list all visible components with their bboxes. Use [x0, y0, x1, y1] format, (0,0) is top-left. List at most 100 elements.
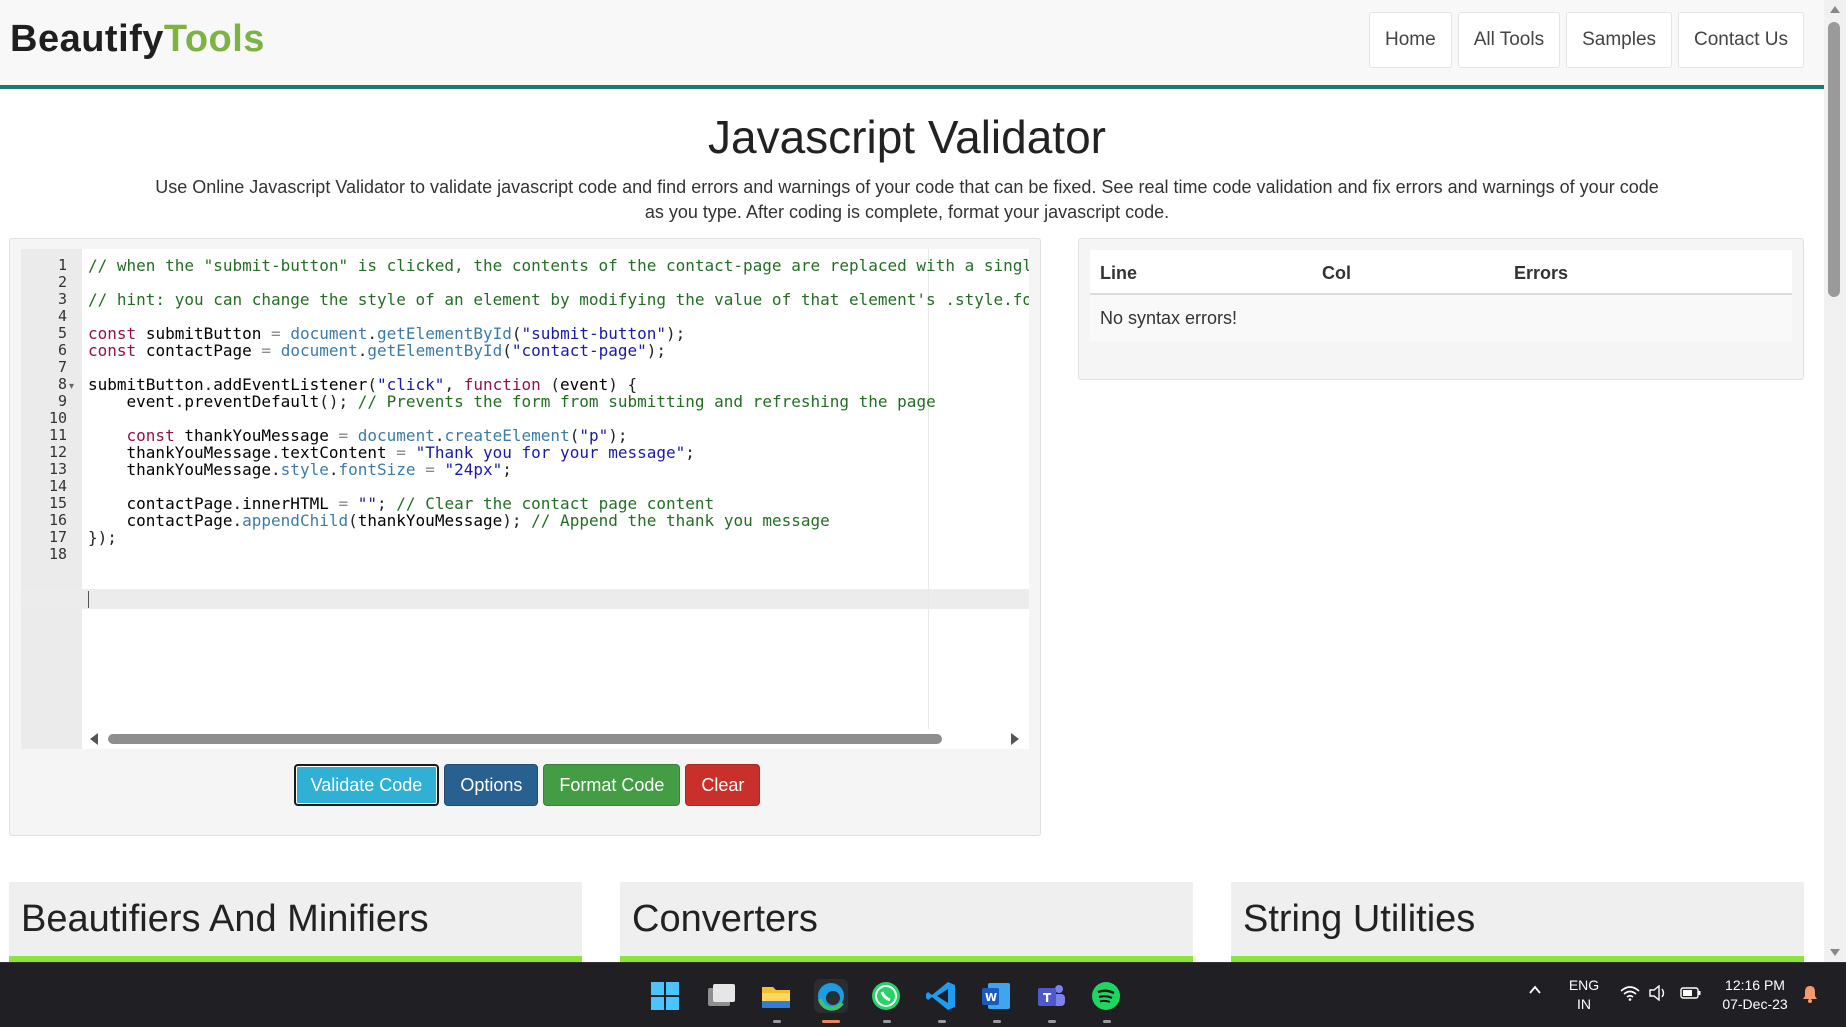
code-line[interactable]: });: [88, 529, 117, 546]
code-line[interactable]: const submitButton = document.getElement…: [88, 325, 685, 342]
code-line[interactable]: // when the "submit-button" is clicked, …: [88, 257, 1029, 274]
category-title[interactable]: Beautifiers And Minifiers: [21, 898, 429, 941]
page-scrollbar[interactable]: [1824, 0, 1846, 962]
table-header: Line Col Errors: [1090, 250, 1792, 295]
language-code: ENG: [1568, 977, 1600, 993]
site-logo[interactable]: BeautifyTools: [10, 18, 265, 61]
scroll-up-icon[interactable]: [1830, 6, 1840, 13]
nav-samples[interactable]: Samples: [1566, 12, 1673, 68]
code-line[interactable]: submitButton.addEventListener("click", f…: [88, 376, 637, 393]
wifi-icon[interactable]: [1620, 985, 1640, 1006]
code-line[interactable]: contactPage.innerHTML = ""; // Clear the…: [88, 495, 715, 512]
text-cursor: [88, 591, 89, 608]
table-row: No syntax errors!: [1090, 295, 1792, 341]
taskbar-running-indicator: [1103, 1020, 1111, 1023]
line-number: 3: [57, 290, 67, 308]
line-number: 17: [48, 528, 67, 546]
line-number: 11: [48, 426, 67, 444]
edge-icon[interactable]: [814, 979, 848, 1013]
column-col: Col: [1322, 263, 1351, 283]
fold-arrow-icon[interactable]: ▾: [69, 381, 74, 392]
scroll-down-icon[interactable]: [1830, 949, 1840, 956]
taskbar-running-indicator: [938, 1020, 946, 1023]
word-icon[interactable]: W: [979, 979, 1013, 1013]
clock[interactable]: 12:16 PM 07-Dec-23: [1715, 976, 1795, 1014]
page-title: Javascript Validator: [708, 111, 1106, 163]
scroll-right-icon[interactable]: [1011, 733, 1019, 745]
line-number: 5: [57, 324, 67, 342]
category-card-string-utilities[interactable]: String Utilities: [1231, 882, 1804, 962]
spotify-icon[interactable]: [1089, 979, 1123, 1013]
task-view-icon[interactable]: [704, 979, 738, 1013]
code-area[interactable]: // when the "submit-button" is clicked, …: [21, 249, 1029, 749]
taskbar-running-indicator: [773, 1020, 781, 1023]
vscode-icon[interactable]: [924, 979, 958, 1013]
validate-code-button[interactable]: Validate Code: [293, 764, 440, 806]
notification-bell-icon[interactable]: [1802, 985, 1818, 1008]
code-line[interactable]: thankYouMessage.style.fontSize = "24px";: [88, 461, 512, 478]
windows-taskbar: W T ENG IN 12:16 PM 07-Dec-23: [0, 962, 1846, 1027]
nav-contact-us[interactable]: Contact Us: [1678, 12, 1804, 68]
clear-button[interactable]: Clear: [685, 764, 761, 806]
line-number: 18: [48, 545, 67, 563]
active-line-highlight: [21, 589, 1029, 609]
no-errors-message: No syntax errors!: [1100, 308, 1238, 328]
column-line: Line: [1100, 263, 1138, 283]
print-margin: [928, 249, 929, 729]
line-number: 15: [48, 494, 67, 512]
scroll-left-icon[interactable]: [90, 733, 98, 745]
line-number: 4: [57, 307, 67, 325]
format-code-button[interactable]: Format Code: [543, 764, 681, 806]
teams-icon[interactable]: T: [1034, 979, 1068, 1013]
nav-all-tools[interactable]: All Tools: [1457, 12, 1561, 68]
taskbar-running-indicator: [1048, 1020, 1056, 1023]
line-number: 14: [48, 477, 67, 495]
windows-start-icon[interactable]: [648, 979, 682, 1013]
taskbar-active-indicator: [822, 1020, 840, 1023]
file-explorer-icon[interactable]: [759, 979, 793, 1013]
page-description: Use Online Javascript Validator to valid…: [155, 177, 1659, 222]
code-line[interactable]: thankYouMessage.textContent = "Thank you…: [88, 444, 695, 461]
site-header: BeautifyTools Home All Tools Samples Con…: [0, 0, 1824, 89]
line-number: 13: [48, 460, 67, 478]
category-card-beautifiers[interactable]: Beautifiers And Minifiers: [9, 882, 582, 962]
category-card-converters[interactable]: Converters: [620, 882, 1193, 962]
code-line[interactable]: const contactPage = document.getElementB…: [88, 342, 666, 359]
volume-icon[interactable]: [1648, 984, 1668, 1006]
code-line[interactable]: contactPage.appendChild(thankYouMessage)…: [88, 512, 830, 529]
taskbar-running-indicator: [993, 1020, 1001, 1023]
main-nav: Home All Tools Samples Contact Us: [1369, 12, 1804, 68]
taskbar-running-indicator: [883, 1020, 891, 1023]
horizontal-scrollbar[interactable]: [82, 729, 1029, 749]
code-line[interactable]: // hint: you can change the style of an …: [88, 291, 1029, 308]
language-indicator[interactable]: ENG IN: [1562, 976, 1606, 1014]
options-button[interactable]: Options: [444, 764, 539, 806]
line-number: 7: [57, 358, 67, 376]
results-panel: Line Col Errors No syntax errors!: [1078, 238, 1804, 380]
page-scrollbar-thumb[interactable]: [1828, 22, 1840, 297]
logo-text-tools: Tools: [163, 18, 265, 60]
editor-actions: Validate Code Options Format Code Clear: [10, 764, 1042, 806]
code-editor[interactable]: ▾ 1 2 3 4 5 6 7 8 9 10 11 12 13 14 15 16 17 18 // when th…: [21, 249, 1029, 749]
clock-time: 12:16 PM: [1725, 977, 1785, 993]
whatsapp-icon[interactable]: [869, 979, 903, 1013]
line-number: 12: [48, 443, 67, 461]
line-number: 10: [48, 409, 67, 427]
chevron-up-icon[interactable]: [1528, 983, 1542, 1002]
line-number-gutter: ▾ 1 2 3 4 5 6 7 8 9 10 11 12 13 14 15 16 17 18: [21, 249, 82, 749]
category-title[interactable]: Converters: [632, 898, 818, 941]
column-errors: Errors: [1514, 263, 1569, 283]
editor-panel: ▾ 1 2 3 4 5 6 7 8 9 10 11 12 13 14 15 16 17 18 // when th…: [9, 238, 1041, 836]
category-title[interactable]: String Utilities: [1243, 898, 1475, 941]
code-line[interactable]: event.preventDefault(); // Prevents the …: [88, 393, 936, 410]
line-number: 16: [48, 511, 67, 529]
line-number: 9: [57, 392, 67, 410]
logo-text-beautify: Beautify: [10, 18, 164, 60]
nav-home[interactable]: Home: [1369, 12, 1452, 68]
code-line[interactable]: const thankYouMessage = document.createE…: [88, 427, 628, 444]
line-number: 1: [57, 256, 67, 274]
battery-icon[interactable]: [1680, 985, 1702, 1006]
errors-table: Line Col Errors No syntax errors!: [1090, 250, 1792, 341]
scrollbar-thumb[interactable]: [108, 734, 942, 744]
line-number: 6: [57, 341, 67, 359]
